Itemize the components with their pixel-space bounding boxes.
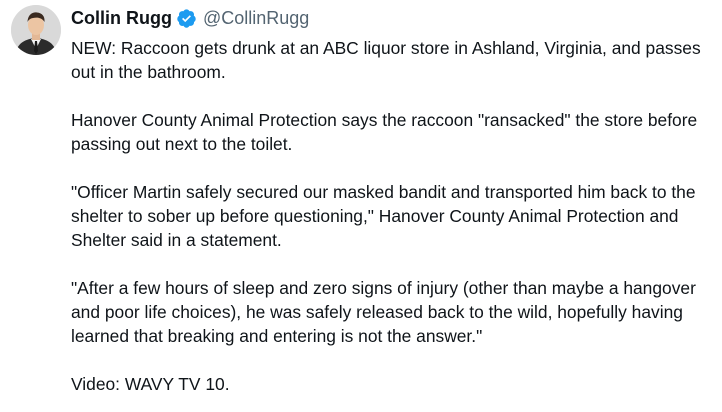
tweet-paragraph: "After a few hours of sleep and zero sig… [71, 278, 696, 346]
author-handle[interactable]: @CollinRugg [203, 8, 309, 29]
tweet-header: Collin Rugg @CollinRugg [71, 6, 309, 30]
avatar[interactable] [11, 5, 61, 55]
tweet-text: NEW: Raccoon gets drunk at an ABC liquor… [71, 36, 716, 396]
tweet: Collin Rugg @CollinRugg NEW: Raccoon get… [0, 0, 722, 412]
author-name[interactable]: Collin Rugg [71, 8, 172, 29]
tweet-paragraph: "Officer Martin safely secured our maske… [71, 182, 696, 250]
avatar-photo [11, 5, 61, 55]
tweet-paragraph: Video: WAVY TV 10. [71, 374, 230, 394]
verified-badge-icon [176, 8, 197, 29]
tweet-paragraph: Hanover County Animal Protection says th… [71, 110, 698, 154]
tweet-paragraph: NEW: Raccoon gets drunk at an ABC liquor… [71, 38, 701, 82]
